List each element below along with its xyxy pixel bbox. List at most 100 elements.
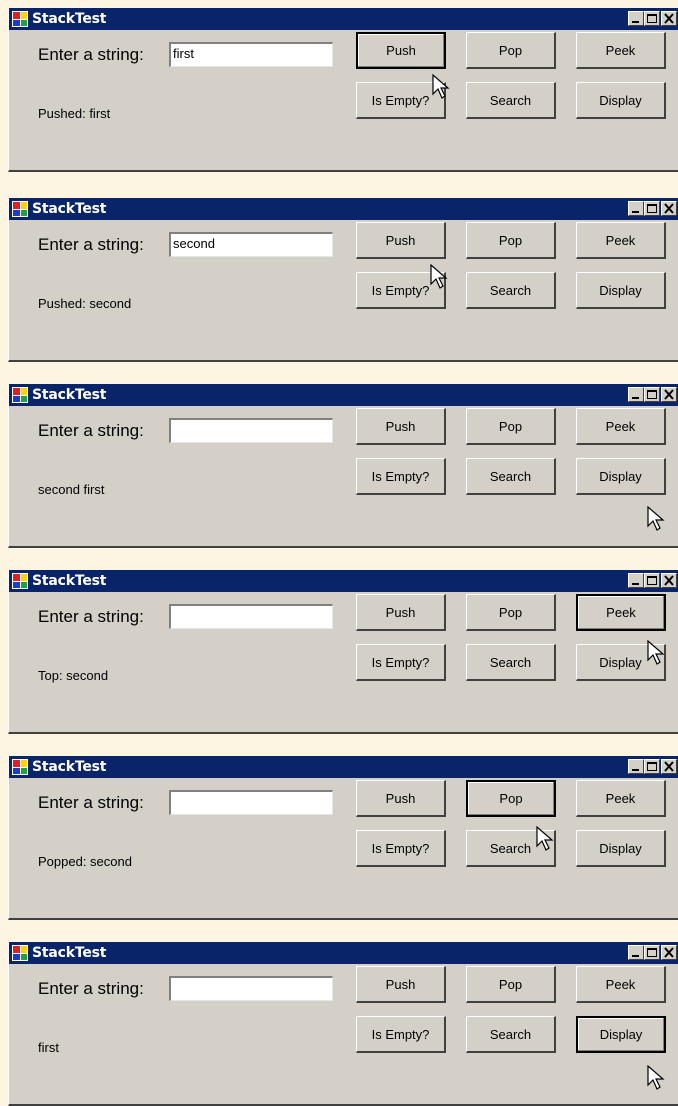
app-window-icon xyxy=(12,11,28,27)
app-window-icon xyxy=(12,387,28,403)
mouse-pointer-icon xyxy=(647,1065,665,1090)
display-button[interactable]: Display xyxy=(576,82,666,119)
display-button[interactable]: Display xyxy=(576,272,666,309)
peek-button[interactable]: Peek xyxy=(576,222,666,259)
push-button[interactable]: Push xyxy=(356,594,446,631)
maximize-button[interactable] xyxy=(644,201,660,216)
is-empty-button[interactable]: Is Empty? xyxy=(356,830,446,867)
window-title: StackTest xyxy=(32,573,107,589)
app-window-icon xyxy=(12,759,28,775)
close-button[interactable] xyxy=(661,387,677,402)
is-empty-button[interactable]: Is Empty? xyxy=(356,458,446,495)
search-button[interactable]: Search xyxy=(466,272,556,309)
minimize-button[interactable] xyxy=(628,201,644,216)
minimize-icon xyxy=(632,397,639,399)
enter-string-label: Enter a string: xyxy=(38,235,144,254)
minimize-button[interactable] xyxy=(628,945,644,960)
search-button[interactable]: Search xyxy=(466,458,556,495)
enter-string-label: Enter a string: xyxy=(38,45,144,64)
title-bar[interactable]: StackTest xyxy=(9,198,678,220)
push-button[interactable]: Push xyxy=(356,780,446,817)
pop-button[interactable]: Pop xyxy=(466,32,556,69)
title-bar[interactable]: StackTest xyxy=(9,942,678,964)
app-window-icon xyxy=(12,573,28,589)
stacktest-window-3: StackTest Enter a string: second first P… xyxy=(8,384,678,548)
close-icon xyxy=(664,389,674,400)
title-bar[interactable]: StackTest xyxy=(9,8,678,30)
title-bar[interactable]: StackTest xyxy=(9,570,678,592)
status-label: Pushed: first xyxy=(38,106,111,121)
push-button[interactable]: Push xyxy=(356,966,446,1003)
stacktest-window-1: StackTest Enter a string: first Pushed: … xyxy=(8,8,678,172)
minimize-button[interactable] xyxy=(628,11,644,26)
close-button[interactable] xyxy=(661,11,677,26)
maximize-icon xyxy=(647,390,657,399)
string-input[interactable]: second xyxy=(169,232,333,257)
stacktest-window-4: StackTest Enter a string: Top: second Pu… xyxy=(8,570,678,734)
maximize-button[interactable] xyxy=(644,759,660,774)
string-input[interactable] xyxy=(169,418,333,443)
enter-string-label: Enter a string: xyxy=(38,421,144,440)
string-input[interactable]: first xyxy=(169,42,333,67)
enter-string-label: Enter a string: xyxy=(38,793,144,812)
maximize-button[interactable] xyxy=(644,387,660,402)
pop-button[interactable]: Pop xyxy=(466,966,556,1003)
is-empty-button[interactable]: Is Empty? xyxy=(356,644,446,681)
mouse-pointer-icon xyxy=(647,506,665,531)
minimize-button[interactable] xyxy=(628,573,644,588)
maximize-button[interactable] xyxy=(644,945,660,960)
pop-button[interactable]: Pop xyxy=(466,408,556,445)
app-window-icon xyxy=(12,945,28,961)
window-title: StackTest xyxy=(32,11,107,27)
window-title: StackTest xyxy=(32,945,107,961)
minimize-icon xyxy=(632,769,639,771)
push-button[interactable]: Push xyxy=(356,222,446,259)
peek-button[interactable]: Peek xyxy=(576,408,666,445)
display-button[interactable]: Display xyxy=(576,1016,666,1053)
status-label: Popped: second xyxy=(38,854,132,869)
peek-button[interactable]: Peek xyxy=(576,966,666,1003)
close-button[interactable] xyxy=(661,945,677,960)
mouse-pointer-icon xyxy=(647,640,665,665)
close-button[interactable] xyxy=(661,573,677,588)
mouse-pointer-icon xyxy=(432,74,450,99)
mouse-pointer-icon xyxy=(430,264,448,289)
maximize-icon xyxy=(647,948,657,957)
close-button[interactable] xyxy=(661,759,677,774)
close-button[interactable] xyxy=(661,201,677,216)
status-label: Pushed: second xyxy=(38,296,132,311)
push-button[interactable]: Push xyxy=(356,408,446,445)
pop-button[interactable]: Pop xyxy=(466,780,556,817)
mouse-pointer-icon xyxy=(536,826,554,851)
minimize-button[interactable] xyxy=(628,759,644,774)
string-input[interactable] xyxy=(169,976,333,1001)
close-icon xyxy=(664,761,674,772)
maximize-icon xyxy=(647,204,657,213)
enter-string-label: Enter a string: xyxy=(38,979,144,998)
push-button[interactable]: Push xyxy=(356,32,446,69)
enter-string-label: Enter a string: xyxy=(38,607,144,626)
string-input[interactable] xyxy=(169,604,333,629)
search-button[interactable]: Search xyxy=(466,1016,556,1053)
is-empty-button[interactable]: Is Empty? xyxy=(356,1016,446,1053)
string-input[interactable] xyxy=(169,790,333,815)
minimize-icon xyxy=(632,21,639,23)
maximize-icon xyxy=(647,14,657,23)
peek-button[interactable]: Peek xyxy=(576,594,666,631)
pop-button[interactable]: Pop xyxy=(466,222,556,259)
peek-button[interactable]: Peek xyxy=(576,780,666,817)
minimize-button[interactable] xyxy=(628,387,644,402)
app-window-icon xyxy=(12,201,28,217)
display-button[interactable]: Display xyxy=(576,830,666,867)
peek-button[interactable]: Peek xyxy=(576,32,666,69)
pop-button[interactable]: Pop xyxy=(466,594,556,631)
display-button[interactable]: Display xyxy=(576,458,666,495)
maximize-button[interactable] xyxy=(644,573,660,588)
search-button[interactable]: Search xyxy=(466,82,556,119)
minimize-icon xyxy=(632,583,639,585)
maximize-icon xyxy=(647,576,657,585)
search-button[interactable]: Search xyxy=(466,644,556,681)
title-bar[interactable]: StackTest xyxy=(9,384,678,406)
maximize-button[interactable] xyxy=(644,11,660,26)
title-bar[interactable]: StackTest xyxy=(9,756,678,778)
